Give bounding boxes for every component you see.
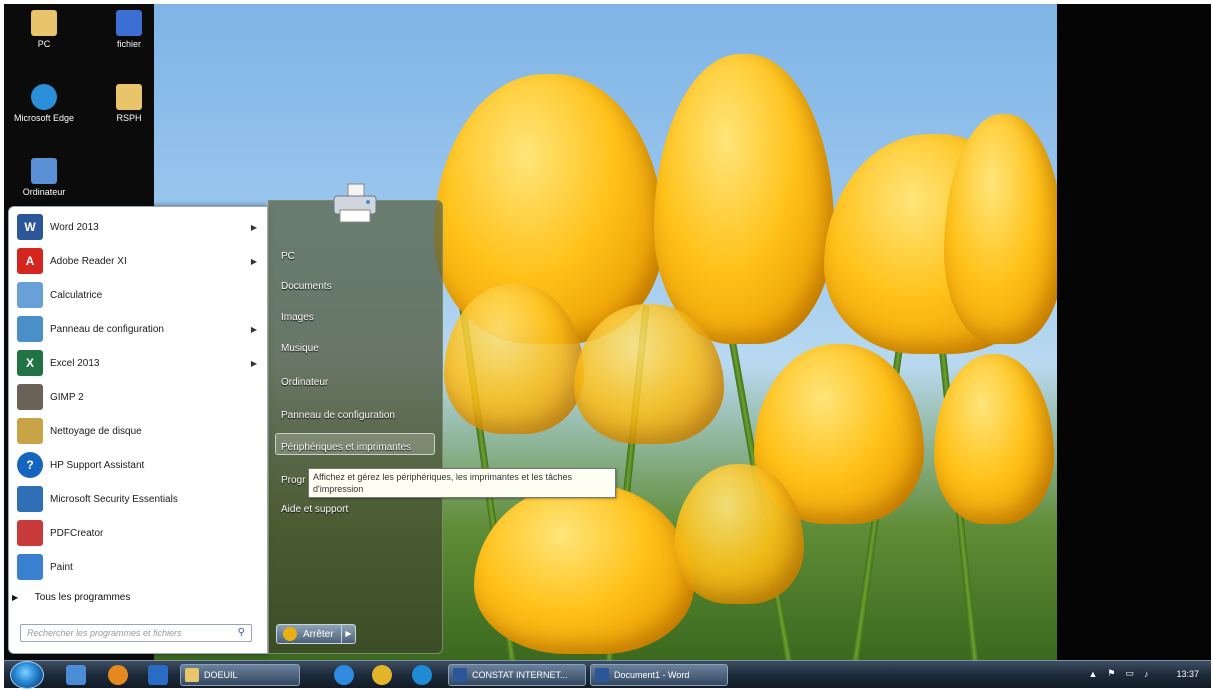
excel-icon: X xyxy=(17,350,43,376)
start-link-musique[interactable]: Musique xyxy=(281,343,319,354)
submenu-arrow-icon[interactable]: ▶ xyxy=(251,325,257,334)
computer-icon xyxy=(31,158,57,184)
word-icon xyxy=(453,668,467,682)
shutdown-label: Arrêter xyxy=(303,628,334,640)
start-link-pc[interactable]: PC xyxy=(281,251,295,262)
document-icon xyxy=(116,10,142,36)
start-link-ordinateur[interactable]: Ordinateur xyxy=(281,377,328,388)
start-item-label: Panneau de configuration xyxy=(50,323,164,335)
start-item-label: Calculatrice xyxy=(50,289,103,301)
desktop-icon-label: Ordinateur xyxy=(22,187,66,197)
tooltip: Affichez et gérez les périphériques, les… xyxy=(308,468,616,498)
desktop-screen: PC fichier Microsoft Edge RSPH Ordinateu… xyxy=(0,0,1213,690)
paint-icon xyxy=(17,554,43,580)
taskbar-window-label: Document1 - Word xyxy=(614,670,690,680)
adobe-reader-icon: A xyxy=(17,248,43,274)
expand-arrow-icon: ▶ xyxy=(12,593,19,602)
start-item-label: PDFCreator xyxy=(50,527,104,539)
all-programs-label: Tous les programmes xyxy=(34,592,131,603)
taskbar-window-label: CONSTAT INTERNET... xyxy=(472,670,568,680)
shield-icon xyxy=(283,627,297,641)
edge-icon[interactable] xyxy=(412,665,432,685)
start-item-label: GIMP 2 xyxy=(50,391,84,403)
folder-icon xyxy=(185,668,199,682)
start-link-default-programs[interactable]: Progr xyxy=(281,475,305,486)
desktop-icon-label: PC xyxy=(37,39,51,49)
start-item-paint[interactable]: Paint xyxy=(13,551,265,583)
screen-black-area xyxy=(1057,4,1211,660)
tulip-flower xyxy=(934,354,1054,524)
tulip-flower xyxy=(474,484,694,654)
start-item-pdfcreator[interactable]: PDFCreator xyxy=(13,517,265,549)
start-item-label: Microsoft Security Essentials xyxy=(50,493,178,505)
start-item-label: HP Support Assistant xyxy=(50,459,145,471)
outlook-icon[interactable] xyxy=(148,665,168,685)
start-link-documents[interactable]: Documents xyxy=(281,281,332,292)
start-button[interactable] xyxy=(10,661,44,689)
tray-expand-icon[interactable]: ▲ xyxy=(1088,669,1097,679)
start-link-devices-printers[interactable]: Périphériques et imprimantes xyxy=(281,442,411,453)
gimp-icon xyxy=(17,384,43,410)
taskbar: DOEUIL CONSTAT INTERNET... Document1 - W… xyxy=(4,660,1211,689)
start-item-word[interactable]: W Word 2013 ▶ xyxy=(13,211,265,243)
control-panel-icon xyxy=(17,316,43,342)
taskbar-window-doeuil[interactable]: DOEUIL xyxy=(180,664,300,686)
calculator-icon xyxy=(17,282,43,308)
folder-icon xyxy=(116,84,142,110)
start-item-calculatrice[interactable]: Calculatrice xyxy=(13,279,265,311)
start-item-adobe-reader[interactable]: A Adobe Reader XI ▶ xyxy=(13,245,265,277)
chrome-icon[interactable] xyxy=(372,665,392,685)
submenu-arrow-icon[interactable]: ▶ xyxy=(251,257,257,266)
action-center-flag-icon[interactable]: ⚑ xyxy=(1107,668,1115,679)
start-item-label: Word 2013 xyxy=(50,221,99,233)
taskbar-window-label: DOEUIL xyxy=(204,670,238,680)
start-link-help-support[interactable]: Aide et support xyxy=(281,504,348,515)
clock[interactable]: 13:37 xyxy=(1176,669,1199,679)
desktop-icon-pc[interactable]: PC xyxy=(9,10,79,49)
start-item-label: Paint xyxy=(50,561,73,573)
start-item-disk-cleanup[interactable]: Nettoyage de disque xyxy=(13,415,265,447)
desktop-icon-label: Microsoft Edge xyxy=(13,113,75,123)
desktop-icon-ordinateur[interactable]: Ordinateur xyxy=(9,158,79,197)
word-icon xyxy=(595,668,609,682)
search-placeholder: Rechercher les programmes et fichiers xyxy=(27,628,182,638)
shield-icon xyxy=(17,486,43,512)
all-programs-link[interactable]: ▶ Tous les programmes xyxy=(12,592,130,603)
start-item-control-panel[interactable]: Panneau de configuration ▶ xyxy=(13,313,265,345)
printer-icon xyxy=(333,183,377,223)
tulip-flower xyxy=(654,54,834,344)
start-menu-places-pane: PC Documents Images Musique Ordinateur P… xyxy=(268,200,443,654)
desktop-icon-edge[interactable]: Microsoft Edge xyxy=(9,84,79,123)
start-item-gimp[interactable]: GIMP 2 xyxy=(13,381,265,413)
taskbar-window-constat[interactable]: CONSTAT INTERNET... xyxy=(448,664,586,686)
shutdown-options-arrow-icon[interactable]: ▶ xyxy=(341,625,355,643)
network-icon[interactable]: ▭ xyxy=(1125,668,1134,679)
firefox-icon[interactable] xyxy=(108,665,128,685)
shutdown-button[interactable]: Arrêter ▶ xyxy=(276,624,356,644)
disk-cleanup-icon xyxy=(17,418,43,444)
search-icon[interactable]: ⚲ xyxy=(238,627,245,638)
start-item-security-essentials[interactable]: Microsoft Security Essentials xyxy=(13,483,265,515)
submenu-arrow-icon[interactable]: ▶ xyxy=(251,223,257,232)
windows-explorer-icon[interactable] xyxy=(66,665,86,685)
pdf-creator-icon xyxy=(17,520,43,546)
system-tray: ▲ ⚑ ▭ ♪ 13:37 xyxy=(1088,668,1199,679)
internet-explorer-icon[interactable] xyxy=(334,665,354,685)
volume-icon[interactable]: ♪ xyxy=(1144,669,1149,679)
start-link-control-panel[interactable]: Panneau de configuration xyxy=(281,410,395,421)
start-item-label: Nettoyage de disque xyxy=(50,425,142,437)
start-item-excel[interactable]: X Excel 2013 ▶ xyxy=(13,347,265,379)
start-link-images[interactable]: Images xyxy=(281,312,314,323)
taskbar-window-document1[interactable]: Document1 - Word xyxy=(590,664,728,686)
start-item-hp-support[interactable]: ? HP Support Assistant xyxy=(13,449,265,481)
start-item-label: Excel 2013 xyxy=(50,357,100,369)
edge-icon xyxy=(31,84,57,110)
folder-pc-icon xyxy=(31,10,57,36)
submenu-arrow-icon[interactable]: ▶ xyxy=(251,359,257,368)
word-icon: W xyxy=(17,214,43,240)
start-item-label: Adobe Reader XI xyxy=(50,255,127,267)
start-menu-programs-pane: W Word 2013 ▶ A Adobe Reader XI ▶ Calcul… xyxy=(8,206,268,654)
help-icon: ? xyxy=(17,452,43,478)
start-search-input[interactable]: Rechercher les programmes et fichiers ⚲ xyxy=(20,624,252,642)
